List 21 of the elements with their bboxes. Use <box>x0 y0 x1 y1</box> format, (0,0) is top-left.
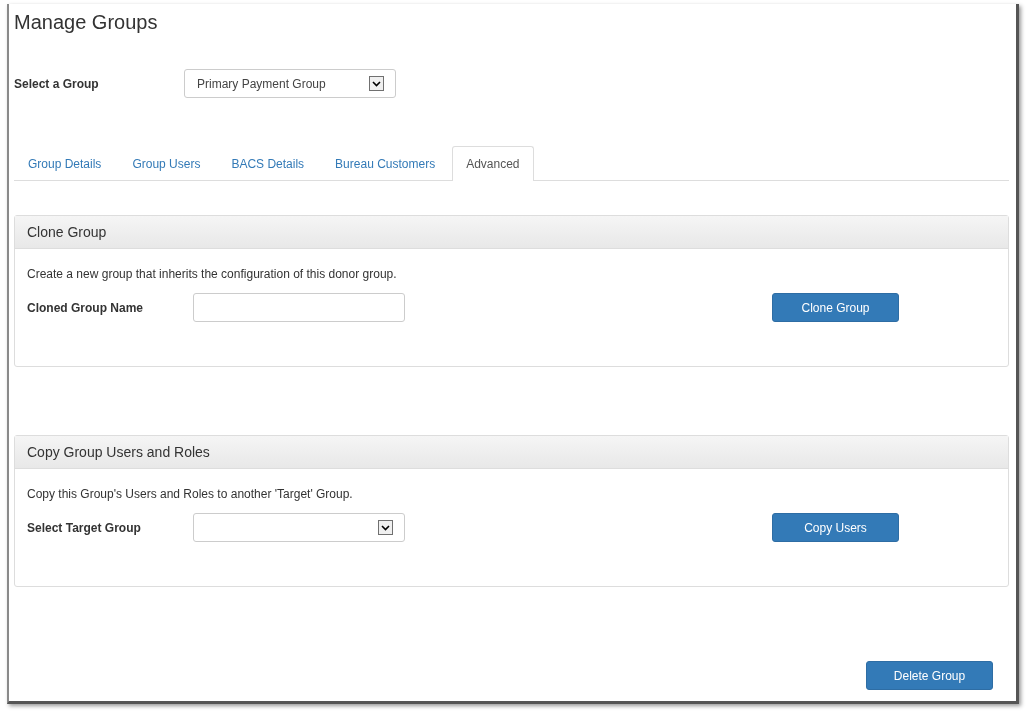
tab[interactable]: BACS Details <box>217 146 319 180</box>
action-button[interactable]: Copy Users <box>772 513 899 542</box>
field-label: Cloned Group Name <box>27 300 144 315</box>
target-group-select[interactable] <box>193 513 405 542</box>
dropdown-caret-icon <box>378 520 393 535</box>
panel-title: Clone Group <box>27 224 107 240</box>
action-button[interactable]: Clone Group <box>772 293 899 322</box>
page-title: Manage Groups <box>14 10 159 34</box>
group-name-input[interactable] <box>193 293 405 322</box>
group-select[interactable]: Primary Payment Group <box>184 69 396 98</box>
panel-description: Copy this Group's Users and Roles to another 'Target' Group. <box>27 487 354 501</box>
panel-title: Copy Group Users and Roles <box>27 444 210 460</box>
tab[interactable]: Group Users <box>118 146 215 180</box>
delete-button[interactable]: Delete Group <box>866 661 993 690</box>
tab[interactable]: Bureau Customers <box>321 146 450 180</box>
tab[interactable]: Group Details <box>14 146 116 180</box>
field-label: Select Target Group <box>27 520 142 535</box>
panel-description: Create a new group that inherits the configuration of this donor group. <box>27 267 398 281</box>
dropdown-caret-icon <box>369 76 384 91</box>
field-label: Select a Group <box>14 76 100 91</box>
tab[interactable]: Advanced <box>452 146 534 181</box>
